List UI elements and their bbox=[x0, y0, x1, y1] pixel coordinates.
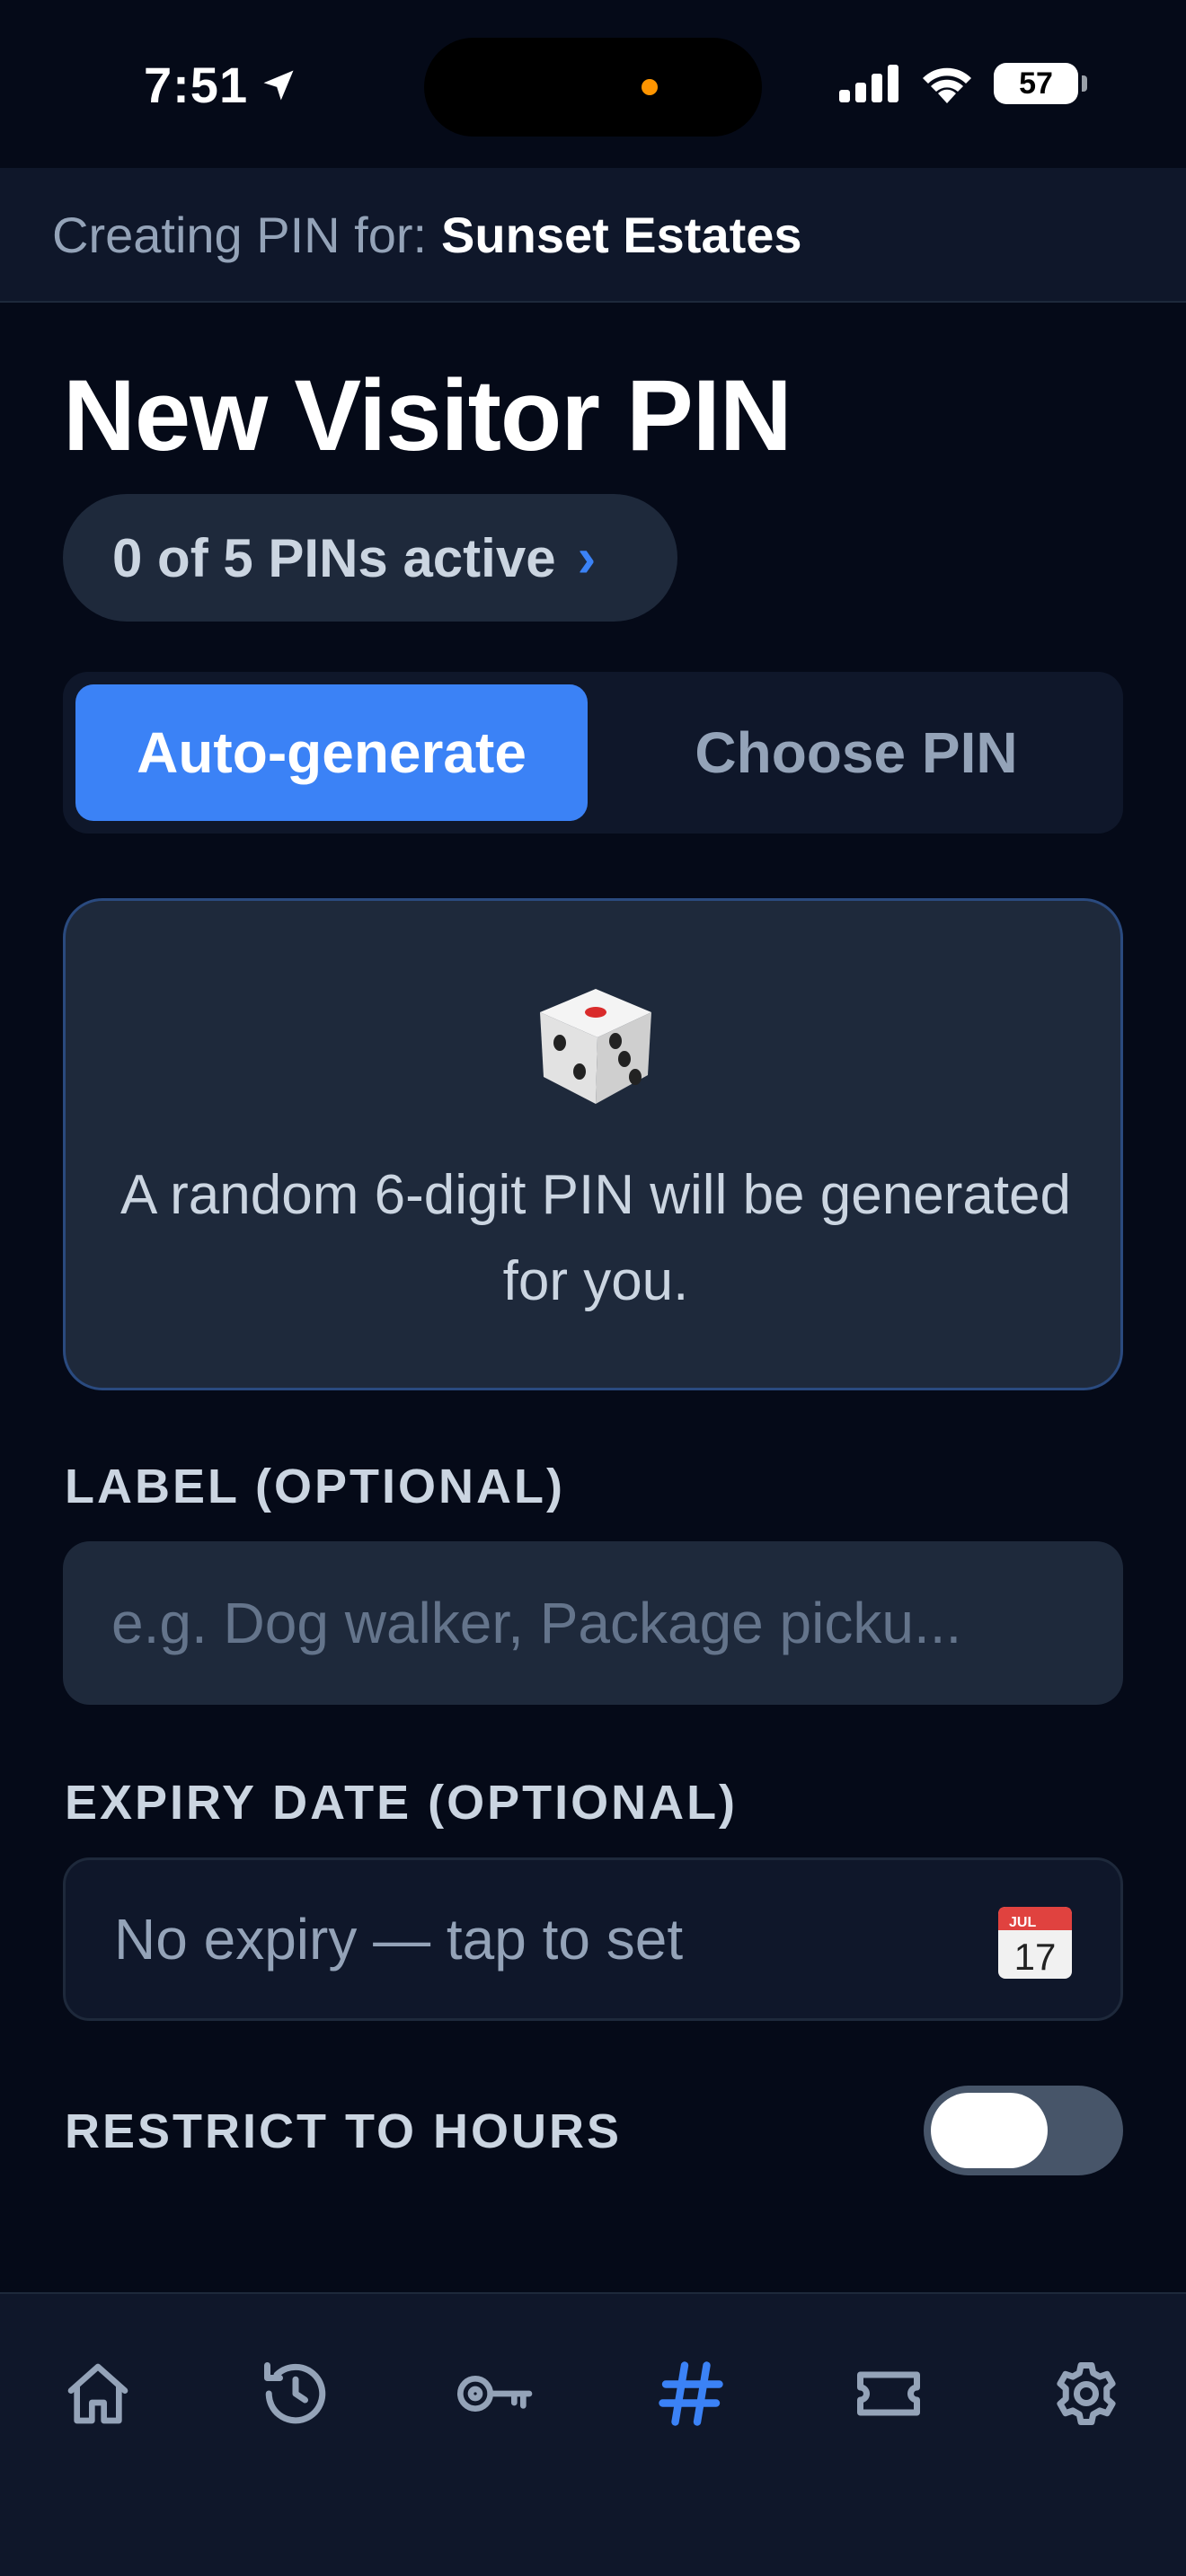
status-time: 7:51 bbox=[144, 57, 249, 113]
info-text: A random 6-digit PIN will be generated f… bbox=[119, 1164, 1072, 1312]
tab-passes[interactable] bbox=[839, 2344, 938, 2443]
home-icon bbox=[67, 2363, 128, 2424]
tab-bar bbox=[0, 2292, 1186, 2576]
tab-pins[interactable] bbox=[642, 2344, 740, 2443]
hash-icon bbox=[659, 2361, 723, 2426]
dynamic-island bbox=[424, 38, 762, 137]
toggle-knob bbox=[931, 2093, 1048, 2168]
restrict-hours-label: RESTRICT TO HOURS bbox=[65, 2104, 623, 2158]
history-icon bbox=[264, 2362, 326, 2424]
battery-indicator: 57 bbox=[994, 63, 1087, 104]
community-name: Sunset Estates bbox=[441, 206, 802, 263]
key-icon bbox=[457, 2376, 533, 2412]
tab-home[interactable] bbox=[49, 2344, 147, 2443]
ticket-icon bbox=[857, 2371, 920, 2416]
context-banner: Creating PIN for: Sunset Estates bbox=[0, 168, 1186, 303]
label-input[interactable] bbox=[63, 1541, 1123, 1705]
chevron-right-icon: › bbox=[577, 526, 597, 589]
privacy-indicator-dot bbox=[642, 79, 658, 95]
status-time-group: 7:51 bbox=[144, 56, 298, 114]
auto-generate-info-card: A random 6-digit PIN will be generated f… bbox=[63, 898, 1123, 1390]
choose-pin-tab[interactable]: Choose PIN bbox=[602, 684, 1111, 821]
tab-settings[interactable] bbox=[1037, 2344, 1136, 2443]
battery-level: 57 bbox=[1019, 66, 1053, 101]
dice-icon bbox=[540, 989, 651, 1104]
tab-keys[interactable] bbox=[444, 2344, 543, 2443]
status-bar: 7:51 57 bbox=[0, 0, 1186, 168]
label-field-label: LABEL (OPTIONAL) bbox=[65, 1460, 565, 1513]
wifi-icon bbox=[923, 67, 971, 103]
calendar-icon: JUL 17 bbox=[998, 1907, 1072, 1979]
gear-icon bbox=[1057, 2362, 1116, 2425]
calendar-day: 17 bbox=[1014, 1936, 1057, 1978]
calendar-month: JUL bbox=[1009, 1915, 1036, 1930]
expiry-date-picker[interactable]: No expiry — tap to set JUL 17 bbox=[63, 1857, 1123, 2021]
status-indicators: 57 bbox=[839, 63, 1087, 104]
expiry-placeholder: No expiry — tap to set bbox=[114, 1907, 684, 1972]
active-pins-label: 0 of 5 PINs active bbox=[112, 527, 556, 588]
location-arrow-icon bbox=[263, 70, 294, 100]
auto-generate-tab[interactable]: Auto-generate bbox=[75, 684, 588, 821]
expiry-field-label: EXPIRY DATE (OPTIONAL) bbox=[65, 1776, 739, 1830]
context-prefix: Creating PIN for: bbox=[52, 206, 428, 263]
active-pins-button[interactable]: 0 of 5 PINs active › bbox=[63, 494, 677, 622]
pin-mode-segmented-control: Auto-generate Choose PIN bbox=[63, 672, 1123, 834]
restrict-hours-toggle[interactable] bbox=[924, 2086, 1123, 2175]
tab-history[interactable] bbox=[246, 2344, 345, 2443]
page-title: New Visitor PIN bbox=[63, 359, 792, 472]
new-visitor-pin-screen: 7:51 57 Creating PIN for: Sunset Estates… bbox=[0, 0, 1186, 2576]
cellular-signal-icon bbox=[839, 65, 898, 102]
